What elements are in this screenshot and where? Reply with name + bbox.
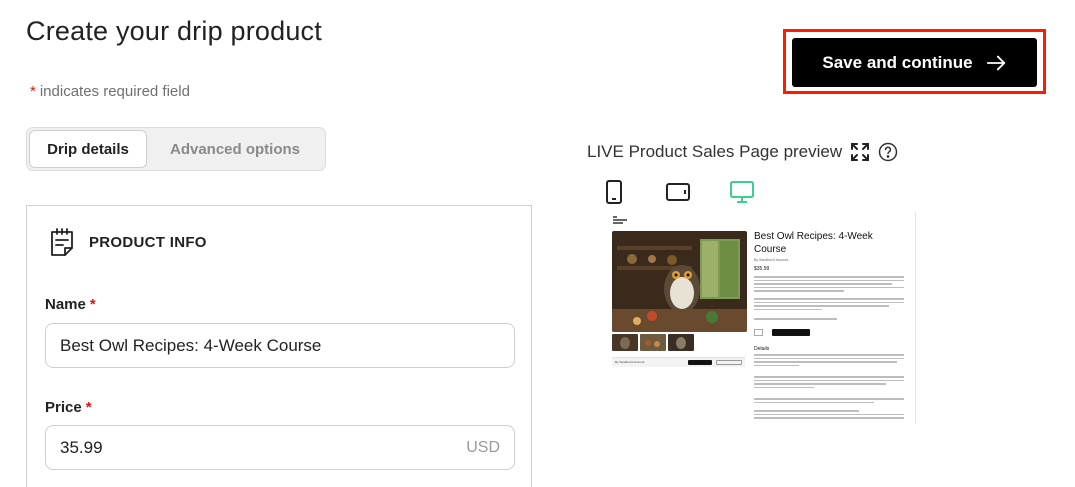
preview-quantity[interactable]: [754, 329, 763, 336]
name-input-value: Best Owl Recipes: 4-Week Course: [60, 335, 322, 355]
preview-bar-secondary-button[interactable]: [716, 360, 742, 365]
arrow-right-icon: [986, 55, 1005, 70]
preview-header: LIVE Product Sales Page preview: [587, 142, 898, 162]
preview-product-title: Best Owl Recipes: 4-Week Course: [754, 231, 873, 255]
product-info-title: PRODUCT INFO: [89, 233, 207, 251]
price-input[interactable]: 35.99 USD: [45, 425, 515, 470]
page-title: Create your drip product: [26, 16, 322, 46]
preview-price: $35.99: [754, 266, 770, 272]
price-label-text: Price: [45, 399, 82, 416]
preview-description-block-3: [754, 318, 904, 322]
save-and-continue-button[interactable]: Save and continue: [792, 38, 1037, 87]
preview-sticky-bar: By Sandbox3 Account: [612, 357, 745, 367]
preview-logo: [613, 216, 627, 224]
preview-hero-image: [612, 231, 747, 332]
preview-bar-buy-button[interactable]: [688, 360, 712, 365]
preview-buy-button[interactable]: [772, 329, 810, 336]
required-note-text: indicates required field: [39, 83, 190, 100]
price-label: Price *: [45, 399, 92, 416]
help-icon[interactable]: [878, 142, 898, 162]
currency-suffix: USD: [466, 438, 500, 456]
expand-icon[interactable]: [850, 142, 870, 162]
thumbnail-3[interactable]: [668, 334, 694, 351]
thumbnail-1[interactable]: [612, 334, 638, 351]
name-input[interactable]: Best Owl Recipes: 4-Week Course: [45, 323, 515, 368]
preview-label: LIVE Product Sales Page preview: [587, 142, 843, 161]
preview-thumbnails: [612, 334, 694, 351]
name-label-text: Name: [45, 296, 86, 313]
tab-advanced-options[interactable]: Advanced options: [147, 130, 323, 168]
thumbnail-2[interactable]: [640, 334, 666, 351]
sales-page-preview: By Sandbox3 Account Best Owl Recipes: 4-…: [587, 212, 916, 424]
save-button-label: Save and continue: [822, 52, 973, 72]
name-label: Name *: [45, 296, 96, 313]
desktop-icon[interactable]: [728, 178, 756, 206]
tab-drip-details[interactable]: Drip details: [29, 130, 147, 168]
preview-details-heading: Details: [754, 346, 770, 352]
name-required-star: *: [89, 296, 96, 313]
product-info-card: PRODUCT INFO Name * Best Owl Recipes: 4-W…: [26, 205, 532, 487]
price-input-value: 35.99: [60, 437, 103, 457]
required-star: *: [30, 83, 36, 100]
preview-details-block-3: [754, 398, 904, 405]
preview-author: By Sandbox3 Account: [754, 258, 789, 262]
preview-description-block-1: [754, 276, 904, 294]
preview-details-block-4: [754, 410, 904, 421]
preview-bar-author: By Sandbox3 Account: [615, 360, 645, 364]
price-required-star: *: [85, 399, 92, 416]
product-info-header: PRODUCT INFO: [47, 226, 207, 258]
preview-description-block-2: [754, 298, 904, 312]
preview-details-block-2: [754, 376, 904, 390]
notepad-icon: [51, 228, 73, 256]
preview-details-block-1: [754, 354, 904, 368]
required-field-note: * indicates required field: [30, 83, 190, 100]
phone-icon[interactable]: [600, 178, 628, 206]
tablet-icon[interactable]: [664, 178, 692, 206]
tab-bar: Drip details Advanced options: [26, 127, 326, 171]
